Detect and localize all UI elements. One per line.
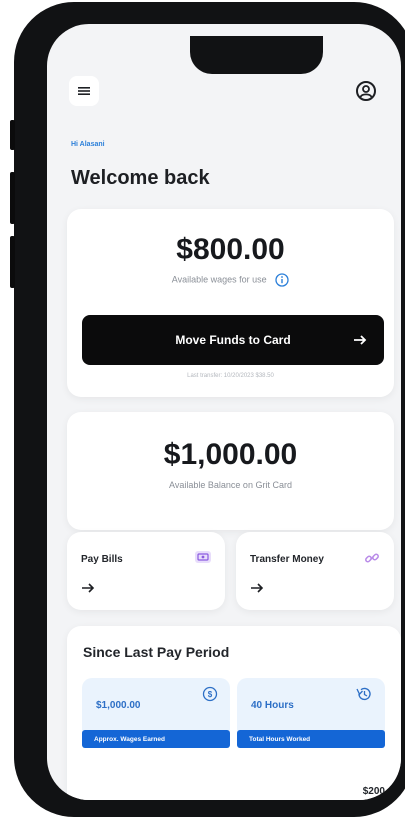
pay-period-title: Since Last Pay Period [83,644,230,660]
bill-icon [195,551,211,563]
volume-up-button [10,172,15,224]
history-icon [356,687,371,701]
phone-notch [190,36,323,74]
page-title: Welcome back [71,167,210,189]
greeting-text: Hi Alasani [71,141,105,148]
arrow-right-icon [251,583,264,593]
arrow-right-icon [354,335,367,345]
wages-earned-stat: $1,000.00 $ Approx. Wages Earned [82,678,230,748]
svg-text:$: $ [208,690,213,699]
arrow-right-icon [82,583,95,593]
pay-bills-card[interactable]: Pay Bills [67,532,225,610]
transfer-money-card[interactable]: Transfer Money [236,532,394,610]
phone-frame: Hi Alasani Welcome back $800.00 Availabl… [10,2,405,817]
side-button [10,120,15,150]
pay-period-card: Since Last Pay Period $1,000.00 $ Approx… [67,626,401,800]
pay-bills-label: Pay Bills [81,554,123,565]
available-wages-label-row: Available wages for use [67,273,394,287]
hamburger-icon [78,87,90,95]
available-wages-amount: $800.00 [176,233,285,266]
dollar-icon: $ [202,686,218,702]
menu-button[interactable] [69,76,99,106]
available-wages-label: Available wages for use [171,274,267,285]
chart-bar-label: $200 [362,786,385,797]
transfer-money-label: Transfer Money [250,554,324,565]
card-balance-card: $1,000.00 Available Balance on Grit Card [67,412,394,530]
last-transfer-text: Last transfer: 10/20/2023 $38.50 [187,373,274,379]
card-balance-amount: $1,000.00 [163,438,298,471]
volume-down-button [10,236,15,288]
hours-worked-stat: 40 Hours Total Hours Worked [237,678,385,748]
app-screen: Hi Alasani Welcome back $800.00 Availabl… [47,24,401,800]
user-icon [356,81,376,101]
wages-earned-value: $1,000.00 [96,700,141,711]
info-icon[interactable] [275,273,289,287]
wages-earned-tag: Approx. Wages Earned [82,730,230,748]
link-icon [365,553,379,563]
move-funds-label: Move Funds to Card [175,333,291,347]
hours-worked-value: 40 Hours [251,700,294,711]
move-funds-button[interactable]: Move Funds to Card [82,315,384,365]
available-wages-card: $800.00 Available wages for use Move Fun… [67,209,394,397]
hours-worked-tag: Total Hours Worked [237,730,385,748]
profile-button[interactable] [351,76,381,106]
card-balance-label: Available Balance on Grit Card [169,480,292,490]
